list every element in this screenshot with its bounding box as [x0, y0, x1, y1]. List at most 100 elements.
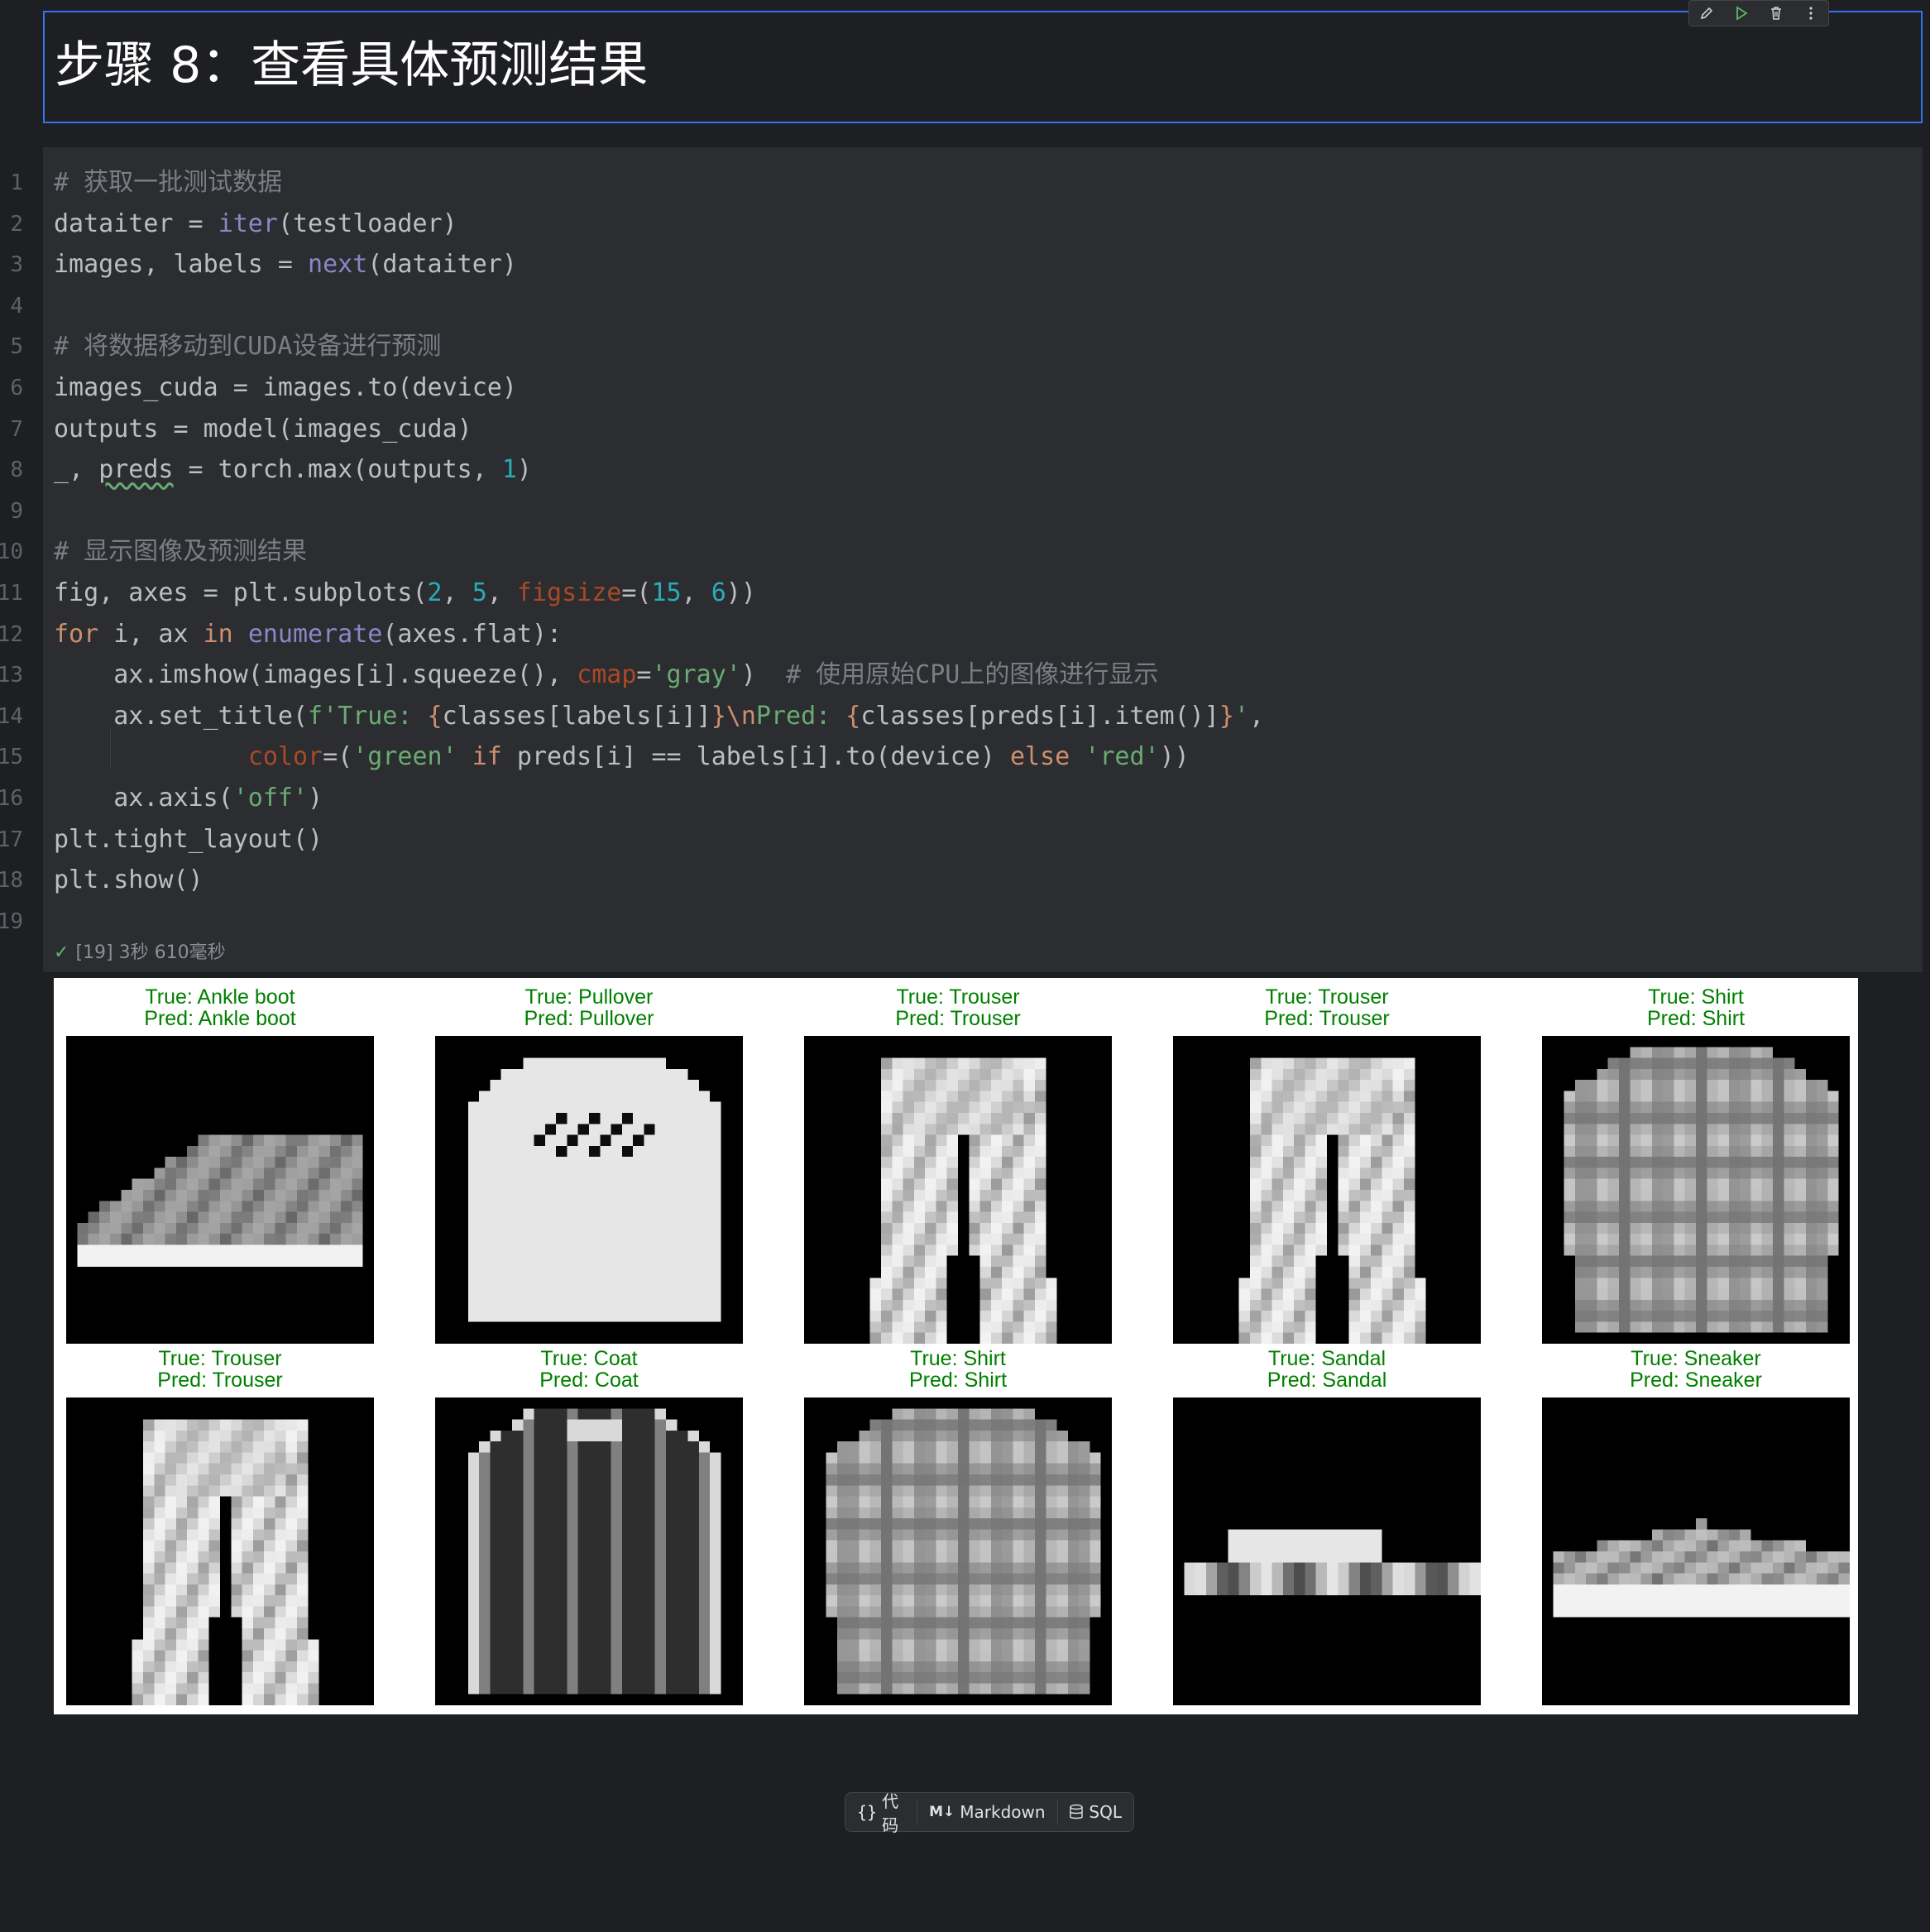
code-line: plt.show()	[54, 860, 204, 901]
add-code-label: 代码	[882, 1791, 899, 1835]
subplot-image	[66, 1036, 374, 1344]
code-line: # 获取一批测试数据	[54, 162, 282, 204]
pencil-icon[interactable]	[1694, 2, 1719, 25]
code-token: # 获取一批测试数据	[54, 168, 283, 197]
add-code-cell-button[interactable]: {} 代码	[845, 1791, 917, 1835]
code-line: plt.tight_layout()	[54, 819, 323, 861]
code-token: ,	[442, 578, 472, 607]
code-token: }	[711, 701, 726, 731]
line-number: 8	[10, 458, 23, 483]
code-token: = torch.max(outputs,	[173, 455, 502, 485]
true-label: True: Trouser	[1265, 985, 1389, 1009]
code-token: classes[labels[i]]	[442, 701, 711, 731]
code-token: else	[1009, 742, 1070, 772]
code-token: ,	[486, 578, 517, 607]
code-token: ))	[726, 578, 756, 607]
add-sql-cell-button[interactable]: SQL	[1057, 1793, 1133, 1831]
markdown-cell[interactable]: 步骤 8：查看具体预测结果	[43, 11, 1923, 123]
fashion-item-image	[1542, 1397, 1850, 1705]
code-token: for	[54, 619, 99, 649]
code-token: preds[i] == labels[i].to(device)	[501, 742, 1010, 772]
true-label: True: Pullover	[524, 985, 654, 1009]
fashion-item-image	[435, 1397, 743, 1705]
code-token: '	[1233, 701, 1249, 731]
code-line: ax.imshow(images[i].squeeze(), cmap='gra…	[54, 654, 1158, 696]
subplot-title: True: Coat Pred: Coat	[407, 1348, 771, 1391]
code-token: )	[308, 784, 323, 813]
code-token: {	[427, 701, 443, 731]
subplot-image	[66, 1397, 374, 1705]
code-token: 2	[427, 578, 443, 607]
fashion-item-image	[804, 1036, 1112, 1344]
subplot-title: True: Sneaker Pred: Sneaker	[1514, 1348, 1878, 1391]
trash-icon[interactable]	[1764, 2, 1789, 25]
code-token: ax.set_title(	[54, 701, 309, 731]
code-token: cmap	[577, 660, 637, 690]
code-token: _,	[54, 455, 99, 485]
code-token: plt.show()	[54, 865, 204, 895]
code-token: ,	[1248, 701, 1265, 731]
code-line: ax.axis('off')	[54, 778, 323, 819]
code-token: classes[preds[i].item()]	[860, 701, 1219, 731]
subplot-title: True: Pullover Pred: Pullover	[407, 986, 771, 1029]
more-vertical-icon[interactable]	[1798, 2, 1823, 25]
play-icon[interactable]	[1729, 2, 1754, 25]
code-token: ax.imshow(images[i].squeeze(),	[54, 660, 577, 690]
code-token: {	[845, 701, 861, 731]
pred-label: Pred: Sandal	[1267, 1369, 1387, 1392]
pred-label: Pred: Trouser	[1264, 1007, 1390, 1030]
code-token: 1	[501, 455, 517, 485]
line-number: 1	[10, 170, 23, 195]
code-token: 6	[711, 578, 726, 607]
code-token: fig, axes = plt.subplots(	[54, 578, 428, 607]
code-token: iter	[218, 209, 278, 238]
subplot-title: True: Shirt Pred: Shirt	[776, 1348, 1140, 1391]
code-token: ,	[681, 578, 711, 607]
pred-label: Pred: Shirt	[1646, 1007, 1746, 1030]
code-token: )	[516, 455, 532, 485]
line-number: 16	[0, 786, 23, 811]
subplot-title: True: Shirt Pred: Shirt	[1514, 986, 1878, 1029]
line-number: 9	[10, 498, 23, 524]
subplot-title: True: Ankle boot Pred: Ankle boot	[38, 986, 402, 1029]
fashion-item-image	[1173, 1397, 1481, 1705]
code-token: =(	[323, 742, 353, 772]
code-line: # 显示图像及预测结果	[54, 531, 307, 573]
code-token: 'green'	[352, 742, 457, 772]
code-token: (axes.flat):	[382, 619, 563, 649]
fashion-item-image	[1542, 1036, 1850, 1344]
cell-heading: 步骤 8：查看具体预测结果	[55, 36, 649, 94]
pred-label: Pred: Trouser	[157, 1369, 283, 1392]
line-number: 11	[0, 581, 23, 606]
code-token: enumerate	[247, 619, 383, 649]
code-token: dataiter =	[54, 209, 218, 238]
checkmark-icon: ✓	[54, 942, 69, 963]
code-token: ))	[1159, 742, 1190, 772]
pred-label: Pred: Shirt	[908, 1369, 1008, 1392]
pred-label: Pred: Ankle boot	[144, 1007, 296, 1030]
true-label: True: Sneaker	[1631, 1347, 1761, 1370]
code-token: images_cuda = images.to(device)	[54, 373, 517, 402]
subplot-title: True: Sandal Pred: Sandal	[1145, 1348, 1509, 1391]
line-number: 5	[10, 334, 23, 360]
code-token: Pred:	[755, 701, 846, 731]
code-line: color=('green' if preds[i] == labels[i].…	[54, 736, 1190, 778]
line-number: 13	[0, 663, 23, 688]
code-line: _, preds = torch.max(outputs, 1)	[54, 449, 532, 491]
code-token: \n	[726, 701, 756, 731]
subplot-image	[1173, 1036, 1481, 1344]
code-token: 15	[651, 578, 682, 607]
subplot-image	[804, 1397, 1112, 1705]
code-line: outputs = model(images_cuda)	[54, 409, 472, 450]
add-sql-label: SQL	[1089, 1802, 1122, 1822]
line-number: 15	[0, 745, 23, 770]
code-token: outputs = model(images_cuda)	[54, 414, 472, 443]
add-markdown-cell-button[interactable]: M↓ Markdown	[917, 1793, 1056, 1831]
code-token: 'gray'	[651, 660, 741, 690]
code-token: # 将数据移动到CUDA设备进行预测	[54, 332, 442, 362]
fashion-item-image	[1173, 1036, 1481, 1344]
line-number: 18	[0, 868, 23, 894]
code-token: )	[740, 660, 787, 690]
true-label: True: Shirt	[1648, 985, 1744, 1009]
